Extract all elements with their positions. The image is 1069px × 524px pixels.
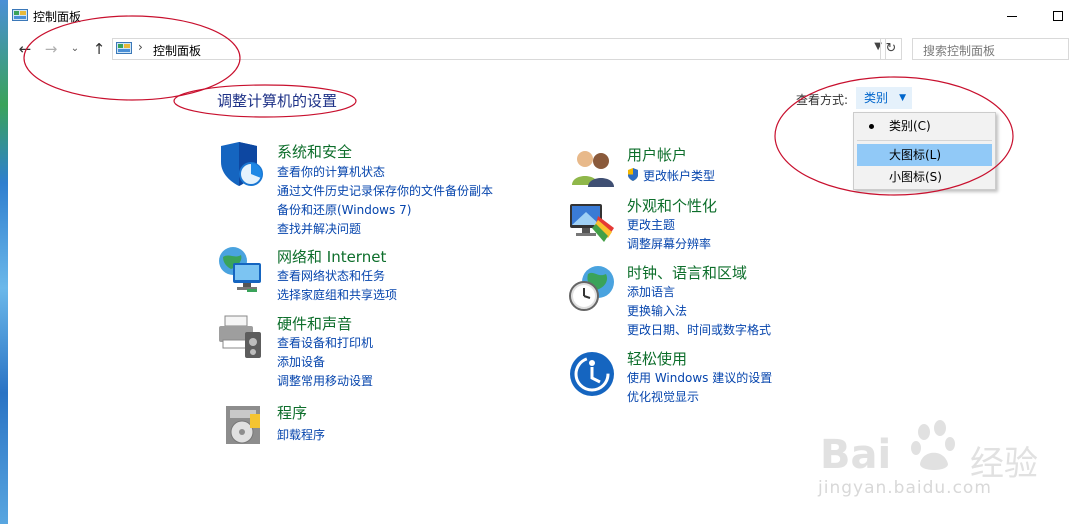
programs-disc-icon[interactable] (220, 400, 268, 448)
category-title[interactable]: 轻松使用 (627, 348, 687, 369)
link-change-input-method[interactable]: 更换输入法 (627, 302, 687, 319)
menu-item-large-icons[interactable]: 大图标(L) (857, 144, 992, 166)
window-title: 控制面板 (33, 10, 82, 24)
link-change-account-type[interactable]: 更改帐户类型 (643, 167, 715, 184)
link-file-history[interactable]: 通过文件历史记录保存你的文件备份副本 (277, 182, 493, 199)
view-by-menu: 类别(C) 大图标(L) 小图标(S) (853, 112, 996, 190)
link-recommended-settings[interactable]: 使用 Windows 建议的设置 (627, 369, 772, 386)
ease-of-access-icon[interactable] (568, 350, 616, 398)
up-button[interactable]: ↑ (88, 36, 110, 62)
view-by-label: 查看方式: (796, 93, 849, 107)
link-devices-printers[interactable]: 查看设备和打印机 (277, 334, 373, 351)
baidu-paw-icon (911, 420, 955, 470)
search-input[interactable]: 搜索控制面板 (912, 38, 1069, 60)
link-optimize-display[interactable]: 优化视觉显示 (627, 388, 699, 405)
refresh-button[interactable]: ↻ (880, 38, 902, 60)
link-add-device[interactable]: 添加设备 (277, 353, 325, 370)
back-button[interactable]: ← (14, 36, 36, 62)
category-title[interactable]: 时钟、语言和区域 (627, 262, 747, 283)
link-screen-resolution[interactable]: 调整屏幕分辨率 (627, 235, 711, 252)
link-change-theme[interactable]: 更改主题 (627, 216, 675, 233)
watermark-url: jingyan.baidu.com (818, 478, 992, 498)
breadcrumb-separator: › (138, 40, 143, 54)
category-title[interactable]: 硬件和声音 (277, 313, 352, 334)
navigation-bar: ← → ⌄ ↑ › 控制面板 ▼ ↻ 搜索控制面板 (8, 36, 1069, 62)
category-title[interactable]: 外观和个性化 (627, 195, 717, 216)
menu-item-small-icons[interactable]: 小图标(S) (857, 166, 992, 188)
watermark-brand: Bai (820, 432, 892, 478)
link-troubleshoot[interactable]: 查找并解决问题 (277, 220, 361, 237)
monitor-palette-icon[interactable] (568, 198, 616, 246)
shield-icon[interactable] (217, 140, 265, 188)
link-change-date-format[interactable]: 更改日期、时间或数字格式 (627, 321, 771, 338)
printer-speaker-icon[interactable] (217, 312, 265, 360)
minimize-button[interactable] (989, 0, 1035, 32)
link-uninstall-program[interactable]: 卸载程序 (277, 426, 325, 443)
address-bar[interactable]: › 控制面板 ▼ (112, 38, 886, 60)
view-by-dropdown[interactable]: 类别 ▼ (856, 87, 912, 109)
radio-selected-icon (869, 124, 874, 129)
users-icon[interactable] (568, 143, 616, 191)
category-title[interactable]: 网络和 Internet (277, 246, 386, 267)
chevron-down-icon: ▼ (899, 93, 906, 103)
link-homegroup-sharing[interactable]: 选择家庭组和共享选项 (277, 286, 397, 303)
link-view-computer-status[interactable]: 查看你的计算机状态 (277, 163, 385, 180)
page-title: 调整计算机的设置 (217, 92, 338, 110)
view-by-value: 类别 (864, 91, 889, 105)
category-title[interactable]: 系统和安全 (277, 141, 352, 162)
breadcrumb-control-panel[interactable]: 控制面板 (153, 42, 201, 59)
category-title[interactable]: 程序 (277, 402, 307, 423)
link-mobility-settings[interactable]: 调整常用移动设置 (277, 372, 373, 389)
uac-shield-icon (628, 168, 638, 181)
menu-item-category[interactable]: 类别(C) (857, 115, 992, 137)
clock-globe-icon[interactable] (568, 264, 616, 312)
maximize-button[interactable] (1035, 0, 1069, 32)
menu-divider (857, 140, 992, 141)
category-title[interactable]: 用户帐户 (627, 144, 687, 165)
title-bar: 控制面板 (8, 0, 1069, 32)
link-backup-restore[interactable]: 备份和还原(Windows 7) (277, 201, 411, 218)
control-panel-icon (12, 9, 28, 21)
desktop-edge (0, 0, 8, 524)
link-add-language[interactable]: 添加语言 (627, 283, 675, 300)
network-globe-icon[interactable] (217, 245, 265, 293)
control-panel-icon (116, 42, 132, 54)
recent-locations-button[interactable]: ⌄ (64, 36, 86, 62)
forward-button[interactable]: → (40, 36, 62, 62)
link-network-status[interactable]: 查看网络状态和任务 (277, 267, 385, 284)
